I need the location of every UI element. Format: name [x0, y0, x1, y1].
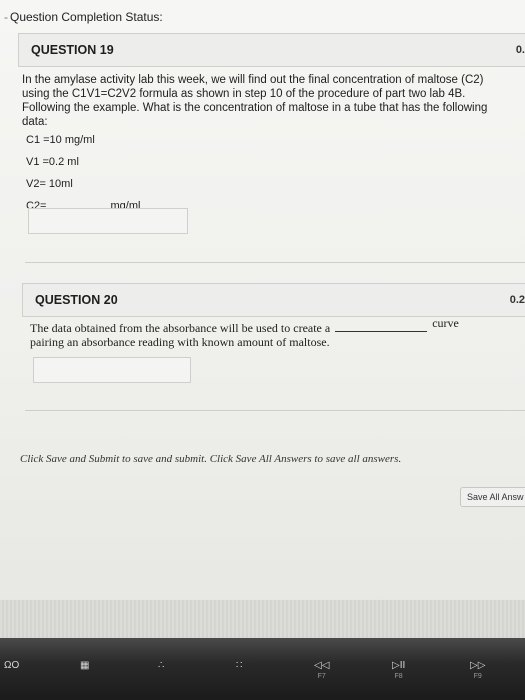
fast-forward-key-icon: ▷▷ F9 [470, 660, 486, 680]
data-v2: V2= 10ml [26, 178, 73, 190]
question-19-answer-input[interactable] [28, 208, 188, 234]
question-20-body: The data obtained from the absorbance wi… [30, 316, 510, 349]
brightness-key-icon: ΩO [4, 660, 20, 671]
question-20-text-after: curve [432, 316, 459, 330]
launchpad-key-icon: ▦ [80, 660, 90, 671]
question-19-points: 0. [515, 44, 525, 56]
question-20-title: QUESTION 20 [35, 293, 118, 307]
data-v1: V1 =0.2 ml [26, 156, 79, 168]
keyboard-brightness-down-icon: ∴ [158, 660, 165, 671]
save-instructions: Click Save and Submit to save and submit… [20, 453, 402, 465]
keyboard-brightness-up-icon: ∷ [236, 660, 243, 671]
browser-viewport: Question Completion Status: QUESTION 19 … [0, 0, 525, 610]
question-19-title: QUESTION 19 [31, 43, 114, 57]
question-20-blank [335, 331, 428, 332]
play-pause-key-icon: ▷II F8 [392, 660, 406, 680]
question-19-header: QUESTION 19 0. [18, 33, 525, 67]
data-c1: C1 =10 mg/ml [26, 134, 95, 146]
question-20-points: 0.2 [509, 294, 525, 306]
laptop-bezel [0, 600, 525, 638]
rewind-key-icon: ◁◁ F7 [314, 660, 330, 680]
question-20-divider [25, 410, 525, 411]
question-19-divider [25, 262, 525, 263]
question-20-text-before: The data obtained from the absorbance wi… [30, 321, 331, 335]
question-19-body: In the amylase activity lab this week, w… [22, 73, 512, 213]
keyboard-function-row: ΩO ▦ ∴ ∷ ◁◁ F7 ▷II F8 ▷▷ F9 [0, 638, 525, 700]
question-20-header: QUESTION 20 0.2 [22, 283, 525, 317]
question-completion-status: Question Completion Status: [4, 10, 163, 24]
save-all-answers-button[interactable]: Save All Answ [460, 487, 525, 507]
question-20-answer-input[interactable] [33, 357, 191, 383]
question-20-line2: pairing an absorbance reading with known… [30, 335, 330, 349]
question-20-line1: The data obtained from the absorbance wi… [30, 316, 510, 335]
question-19-text: In the amylase activity lab this week, w… [22, 74, 488, 128]
